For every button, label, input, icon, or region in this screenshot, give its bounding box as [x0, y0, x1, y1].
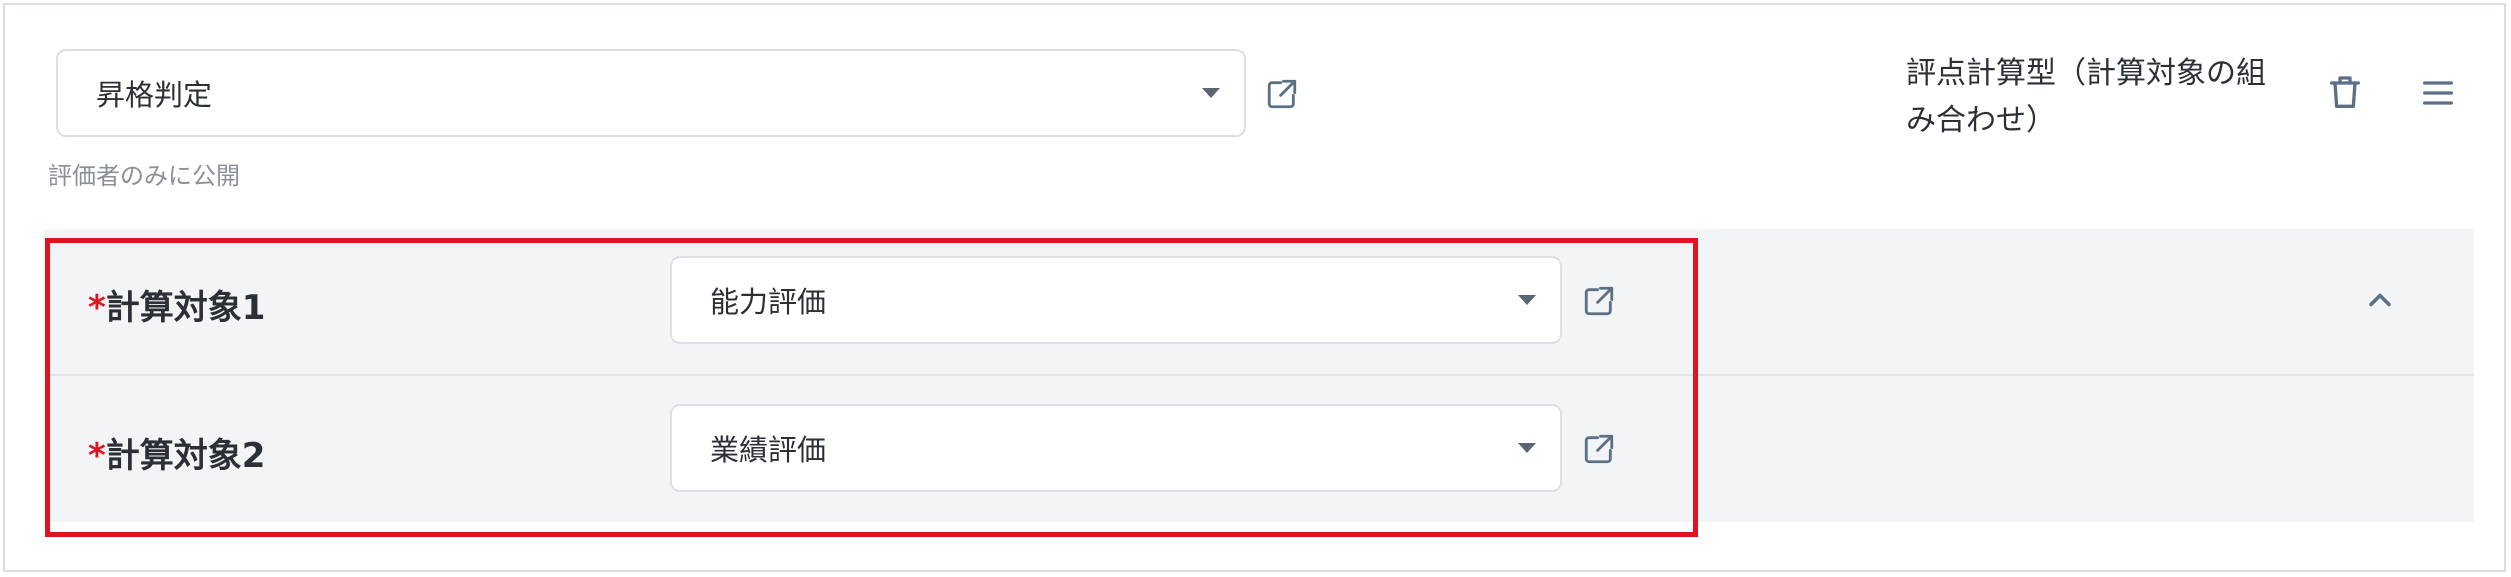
caret-down-icon	[1518, 295, 1536, 305]
row-divider	[44, 374, 2474, 376]
calc-target-1-select-value: 能力評価	[710, 285, 827, 319]
chevron-up-icon[interactable]	[2362, 282, 2398, 318]
required-mark: *	[88, 436, 106, 476]
calc-target-2-label-text: 計算対象2	[105, 436, 266, 476]
evaluation-sheet-select-value: 昇格判定	[96, 78, 213, 112]
external-link-icon[interactable]	[1582, 432, 1616, 466]
caret-down-icon	[1202, 88, 1220, 98]
calc-target-2-label: *計算対象2	[88, 428, 265, 477]
trash-icon[interactable]	[2325, 73, 2365, 113]
calc-target-1-label-text: 計算対象1	[105, 288, 266, 328]
external-link-icon[interactable]	[1582, 284, 1616, 318]
evaluation-sheet-select[interactable]: 昇格判定	[56, 49, 1246, 137]
required-mark: *	[88, 288, 106, 328]
calc-type-label: 評点計算型（計算対象の組み合わせ）	[1906, 56, 2266, 138]
calc-target-2-select[interactable]: 業績評価	[670, 404, 1562, 492]
visibility-note: 評価者のみに公開	[48, 162, 240, 190]
caret-down-icon	[1518, 443, 1536, 453]
calc-target-1-label: *計算対象1	[88, 280, 265, 329]
external-link-icon[interactable]	[1265, 77, 1299, 111]
calc-target-1-select[interactable]: 能力評価	[670, 256, 1562, 344]
hamburger-menu-icon[interactable]	[2418, 73, 2458, 113]
calc-target-2-select-value: 業績評価	[710, 433, 827, 467]
